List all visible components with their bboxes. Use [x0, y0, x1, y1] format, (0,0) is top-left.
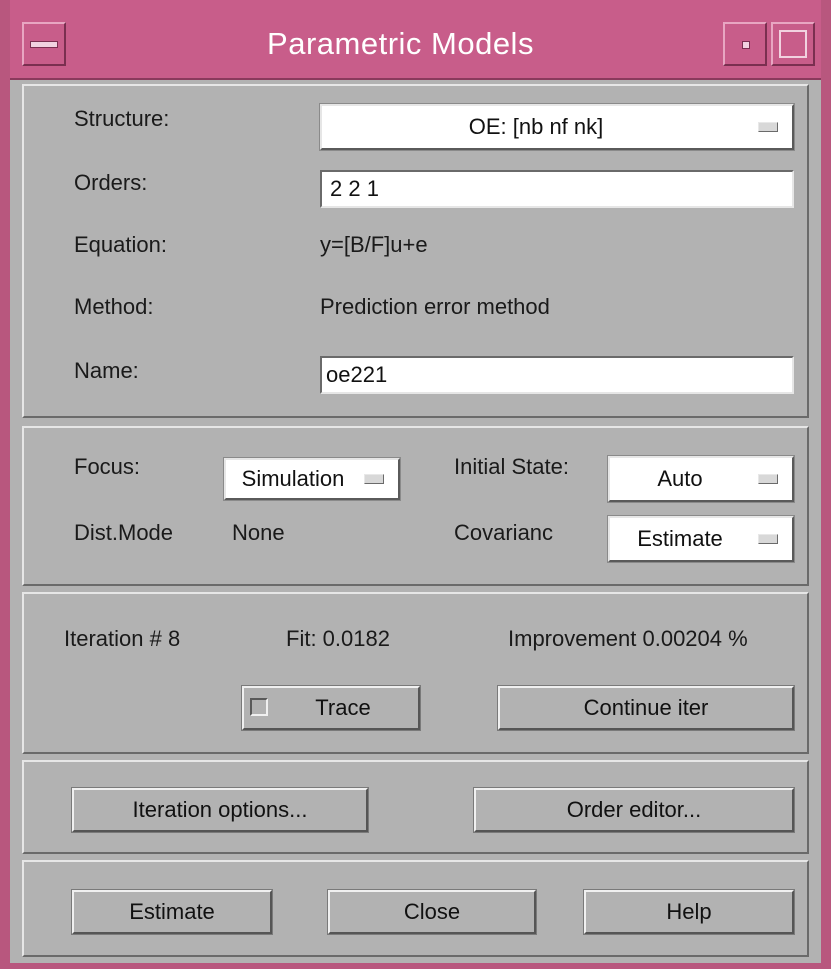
minimize-icon[interactable] [723, 22, 767, 66]
trace-toggle[interactable]: Trace [242, 686, 420, 730]
window-menu-icon[interactable] [22, 22, 66, 66]
name-input[interactable]: oe221 [320, 356, 794, 394]
trace-checkbox-icon[interactable] [250, 698, 268, 716]
iteration-count: Iteration # 8 [64, 626, 181, 651]
covariance-select[interactable]: Estimate [608, 516, 794, 562]
parametric-models-window: Parametric Models Structure: OE: [nb nf … [0, 0, 831, 969]
name-label: Name: [74, 358, 139, 383]
actions-panel: Estimate Close Help [22, 860, 809, 957]
close-label: Close [403, 899, 461, 924]
iteration-options-button[interactable]: Iteration options... [72, 788, 368, 832]
covariance-select-value: Estimate [637, 526, 723, 551]
iteration-options-label: Iteration options... [132, 797, 308, 822]
option-menu-icon [758, 534, 778, 544]
order-editor-button[interactable]: Order editor... [474, 788, 794, 832]
structure-select[interactable]: OE: [nb nf nk] [320, 104, 794, 150]
focus-select[interactable]: Simulation [224, 458, 400, 500]
method-label: Method: [74, 294, 154, 319]
structure-select-value: OE: [nb nf nk] [468, 114, 604, 139]
improvement-value: Improvement 0.00204 % [508, 626, 748, 651]
options-panel: Iteration options... Order editor... [22, 760, 809, 854]
initial-state-select-value: Auto [657, 466, 703, 491]
order-editor-label: Order editor... [566, 797, 702, 822]
focus-select-value: Simulation [241, 466, 345, 491]
help-button[interactable]: Help [584, 890, 794, 934]
maximize-icon[interactable] [771, 22, 815, 66]
equation-label: Equation: [74, 232, 167, 257]
estimate-label: Estimate [129, 899, 215, 924]
fit-value: Fit: 0.0182 [286, 626, 390, 651]
model-structure-panel: Structure: OE: [nb nf nk] Orders: 2 2 1 … [22, 84, 809, 418]
close-button[interactable]: Close [328, 890, 536, 934]
initial-state-select[interactable]: Auto [608, 456, 794, 502]
continue-iter-label: Continue iter [583, 695, 709, 720]
title-bar[interactable]: Parametric Models [10, 0, 821, 80]
option-menu-icon [758, 122, 778, 132]
option-menu-icon [758, 474, 778, 484]
orders-input[interactable]: 2 2 1 [320, 170, 794, 208]
dist-mode-value: None [232, 520, 285, 545]
trace-label: Trace [315, 695, 371, 720]
method-value: Prediction error method [320, 294, 550, 319]
continue-iter-button[interactable]: Continue iter [498, 686, 794, 730]
dist-mode-label: Dist.Mode [74, 520, 174, 545]
focus-label: Focus: [74, 454, 141, 479]
help-label: Help [666, 899, 712, 924]
option-menu-icon [364, 474, 384, 484]
initial-state-label: Initial State: [454, 454, 569, 479]
iteration-panel: Iteration # 8 Fit: 0.0182 Improvement 0.… [22, 592, 809, 754]
covariance-label: Covarianc [454, 520, 554, 545]
estimation-settings-panel: Focus: Simulation Initial State: Auto Di… [22, 426, 809, 586]
estimate-button[interactable]: Estimate [72, 890, 272, 934]
structure-label: Structure: [74, 106, 170, 131]
window-title: Parametric Models [267, 26, 534, 61]
orders-label: Orders: [74, 170, 148, 195]
equation-value: y=[B/F]u+e [320, 232, 428, 257]
